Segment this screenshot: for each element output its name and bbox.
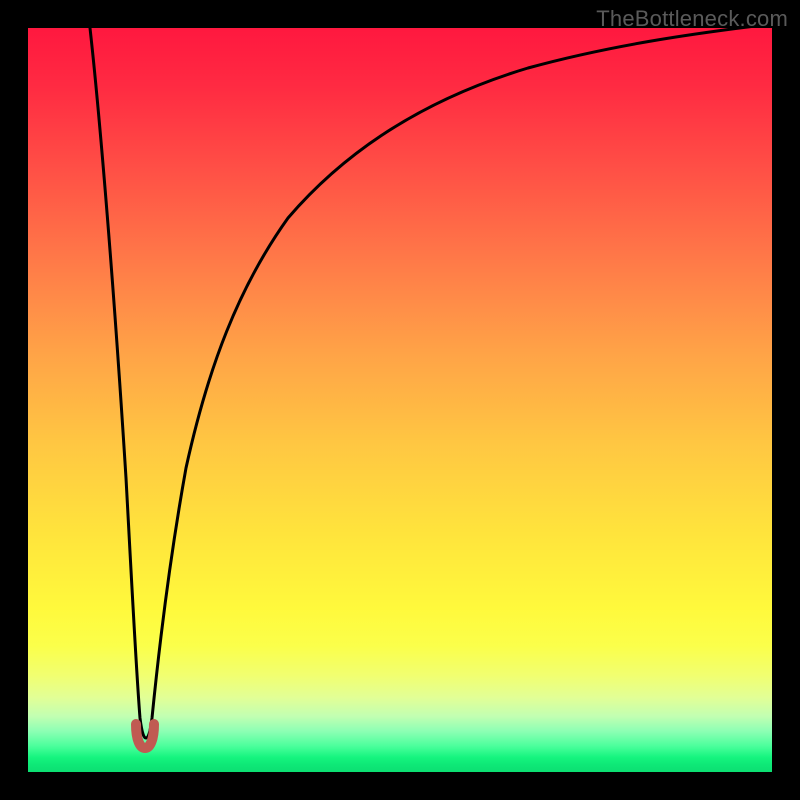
watermark-text: TheBottleneck.com	[596, 6, 788, 32]
chart-frame: TheBottleneck.com	[0, 0, 800, 800]
curve-layer	[28, 28, 772, 772]
disparity-curve	[90, 28, 772, 738]
plot-area	[28, 28, 772, 772]
